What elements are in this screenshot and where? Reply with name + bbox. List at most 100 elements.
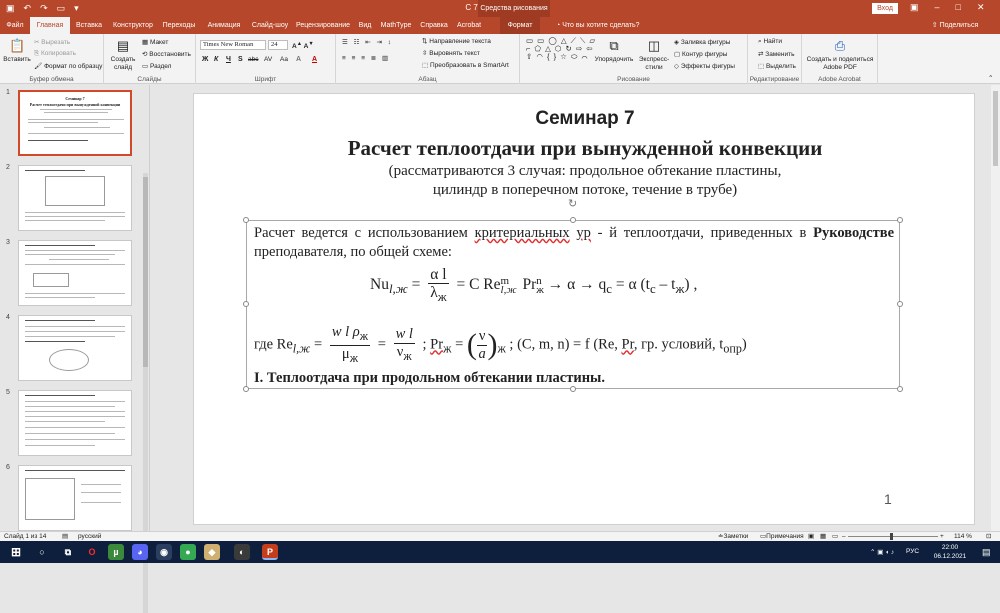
shape-fill-button[interactable]: ◈ Заливка фигуры	[674, 38, 730, 46]
tray-icons[interactable]: ⌃ ▣ ◖ ♪	[870, 548, 894, 556]
taskbar-clock[interactable]: 22:00 06.12.2021	[930, 543, 970, 561]
discord-icon[interactable]: ◕	[132, 544, 148, 560]
keyboard-language[interactable]: РУС	[906, 548, 919, 555]
resize-handle[interactable]	[243, 217, 249, 223]
notifications-icon[interactable]: ▤	[982, 547, 991, 558]
shape-outline-button[interactable]: ▢ Контур фигуры	[674, 50, 727, 58]
tab-format[interactable]: Формат	[500, 17, 540, 34]
thumbnail-slide-3[interactable]	[18, 240, 132, 306]
format-painter-button[interactable]: 🖌 Формат по образцу	[34, 62, 102, 70]
resize-handle[interactable]	[570, 217, 576, 223]
tab-acrobat[interactable]: Acrobat	[452, 17, 486, 34]
strikethrough-button[interactable]: abc	[248, 56, 258, 63]
section-button[interactable]: ▭ Раздел	[142, 62, 171, 70]
tab-design[interactable]: Конструктор	[108, 17, 158, 34]
opera-icon[interactable]: O	[84, 544, 100, 560]
powerpoint-icon[interactable]: P	[262, 544, 278, 560]
slide-canvas[interactable]: Семинар 7 Расчет теплоотдачи при вынужде…	[193, 93, 975, 525]
search-icon[interactable]: ○	[34, 544, 50, 560]
slide-subtitle-line1[interactable]: (рассматриваются 3 случая: продольное об…	[194, 163, 976, 180]
criterial-equation[interactable]: Nul,ж = α l λж = C Re m l,ж Pr n ж → α → qc =…	[370, 266, 697, 305]
notes-button[interactable]: ≐ Заметки	[718, 532, 748, 541]
grow-font-icon[interactable]: A▲ A▼	[292, 41, 314, 50]
normal-view-icon[interactable]: ▣	[808, 532, 814, 541]
task-view-icon[interactable]: ⧉	[60, 544, 76, 560]
zoom-in-icon[interactable]: +	[940, 532, 944, 541]
tab-file[interactable]: Файл	[0, 17, 30, 34]
underline-button[interactable]: Ч	[226, 56, 231, 63]
tab-animations[interactable]: Анимация	[200, 17, 248, 34]
font-name-field[interactable]: Times New Roman	[200, 40, 266, 50]
start-icon[interactable]: ⊞	[8, 544, 24, 560]
shape-effects-button[interactable]: ◇ Эффекты фигуры	[674, 62, 735, 70]
tab-view[interactable]: Вид	[354, 17, 376, 34]
comments-button[interactable]: ▭ Примечания	[760, 532, 804, 541]
collapse-ribbon-icon[interactable]: ⌃	[988, 74, 993, 82]
section-heading[interactable]: I. Теплоотдача при продольном обтекании …	[254, 370, 605, 387]
tab-mathtype[interactable]: MathType	[376, 17, 416, 34]
zoom-slider-thumb[interactable]	[890, 533, 893, 540]
utorrent-icon[interactable]: µ	[108, 544, 124, 560]
bold-button[interactable]: Ж	[202, 56, 208, 63]
slide-subtitle-line2[interactable]: цилиндр в поперечном потоке, течение в т…	[194, 182, 976, 199]
signin-button[interactable]: Вход	[872, 3, 898, 14]
resize-handle[interactable]	[243, 301, 249, 307]
italic-button[interactable]: К	[214, 56, 218, 63]
resize-handle[interactable]	[897, 301, 903, 307]
reading-view-icon[interactable]: ▭	[832, 532, 838, 541]
tab-home[interactable]: Главная	[30, 17, 70, 34]
zoom-level[interactable]: 114 %	[954, 532, 972, 541]
font-size-field[interactable]: 24	[268, 40, 288, 50]
resize-handle[interactable]	[897, 386, 903, 392]
shadow-button[interactable]: S	[238, 56, 243, 63]
thumbnail-slide-1[interactable]: Семинар 7 Расчет теплоотдачи при вынужде…	[18, 90, 132, 156]
cut-button[interactable]: ✂ Вырезать	[34, 38, 70, 46]
scrollbar-thumb[interactable]	[993, 91, 998, 166]
replace-button[interactable]: ⇄ Заменить	[758, 50, 794, 58]
app-icon[interactable]: ◆	[204, 544, 220, 560]
zoom-slider[interactable]	[848, 536, 938, 537]
thumbnail-slide-6[interactable]	[18, 465, 132, 531]
editor-scrollbar[interactable]	[991, 85, 1000, 531]
definitions-line[interactable]: где Rel,ж = w l ρж μж = w l νж ; Prж = (ν a…	[254, 324, 747, 367]
body-paragraph[interactable]: Расчет ведется с использованием критериа…	[254, 224, 894, 262]
tell-me-box[interactable]: ◔ Что вы хотите сделать?	[556, 17, 676, 34]
paste-button[interactable]: 📋 Вставить	[2, 38, 32, 64]
language-indicator[interactable]: русский	[78, 532, 101, 541]
align-buttons[interactable]: ≡ ≡ ≡ ≣ ▥	[342, 54, 390, 62]
app-icon[interactable]: ◐	[234, 544, 250, 560]
change-case-button[interactable]: Aa	[280, 56, 288, 63]
zoom-out-icon[interactable]: –	[842, 532, 846, 541]
thumbnail-slide-5[interactable]	[18, 390, 132, 456]
slide-sorter-icon[interactable]: ▦	[820, 532, 826, 541]
resize-handle[interactable]	[243, 386, 249, 392]
tab-slideshow[interactable]: Слайд-шоу	[248, 17, 292, 34]
close-icon[interactable]: ✕	[977, 2, 985, 13]
quick-styles-button[interactable]: ◫ Экспресс-стили	[634, 38, 674, 72]
tab-insert[interactable]: Вставка	[70, 17, 108, 34]
tab-transitions[interactable]: Переходы	[158, 17, 200, 34]
thumbnail-slide-4[interactable]	[18, 315, 132, 381]
maximize-icon[interactable]: □	[956, 2, 961, 13]
thumbnail-slide-2[interactable]	[18, 165, 132, 231]
font-color-button[interactable]: A	[312, 56, 317, 63]
fit-slide-icon[interactable]: ⊡	[986, 532, 991, 541]
minimize-icon[interactable]: –	[935, 2, 940, 13]
spacing-button[interactable]: AV	[264, 56, 272, 63]
layout-button[interactable]: ▦ Макет	[142, 38, 168, 46]
arrange-button[interactable]: ⧉ Упорядочить	[594, 38, 634, 64]
new-slide-button[interactable]: ▤ Создать слайд	[108, 38, 138, 72]
resize-handle[interactable]	[897, 217, 903, 223]
tab-review[interactable]: Рецензирование	[292, 17, 354, 34]
share-button[interactable]: ⇧ Поделиться	[922, 17, 988, 34]
align-text-button[interactable]: ⇳ Выровнять текст	[422, 49, 480, 57]
rotate-handle-icon[interactable]: ↻	[568, 197, 577, 210]
highlight-button[interactable]: A	[296, 56, 301, 63]
text-direction-button[interactable]: ⇅ Направление текста	[422, 37, 491, 45]
ribbon-display-icon[interactable]: ▣	[910, 2, 919, 13]
copy-button[interactable]: ⎘ Копировать	[34, 50, 76, 58]
slide-title[interactable]: Расчет теплоотдачи при вынужденной конве…	[194, 136, 976, 161]
chrome-icon[interactable]: ●	[180, 544, 196, 560]
select-button[interactable]: ⬚ Выделить	[758, 62, 796, 70]
reset-button[interactable]: ⟲ Восстановить	[142, 50, 191, 58]
